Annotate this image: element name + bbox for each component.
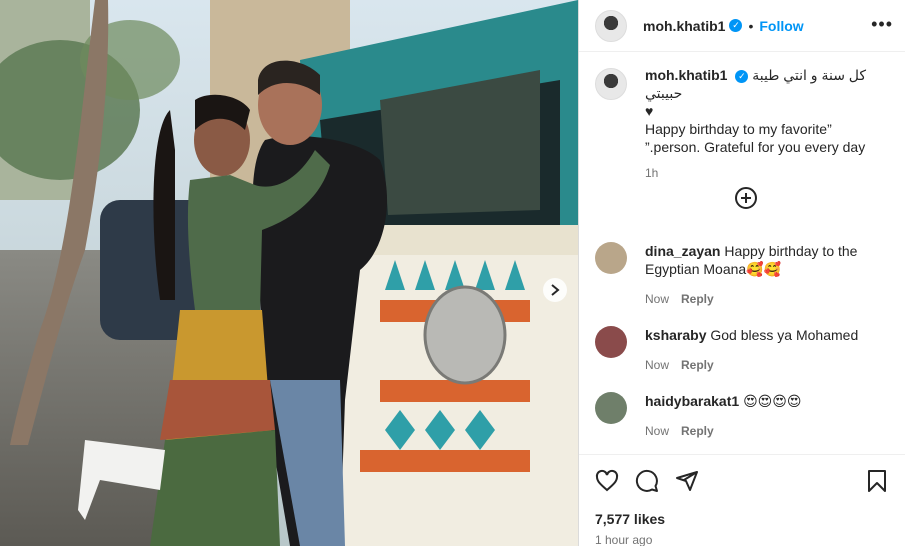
commenter-username[interactable]: haidybarakat1	[645, 393, 739, 409]
verified-badge-icon: ✓	[729, 19, 743, 32]
next-photo-button[interactable]	[543, 278, 567, 302]
post-timestamp: 1 hour ago	[595, 533, 653, 546]
comment-text: 😍😍😍😍	[743, 393, 802, 409]
likes-count[interactable]: 7,577 likes	[595, 511, 665, 527]
reply-button[interactable]: Reply	[681, 292, 714, 306]
comment-item: haidybarakat1 😍😍😍😍 Now Reply	[595, 392, 889, 440]
comment-text: God bless ya Mohamed	[710, 327, 859, 343]
comment-time: Now	[645, 358, 670, 372]
bookmark-icon[interactable]	[865, 469, 889, 493]
chevron-right-icon	[551, 284, 560, 296]
more-options-icon[interactable]: •••	[871, 14, 893, 35]
follow-button[interactable]: Follow	[759, 18, 803, 34]
comment-item: ksharaby God bless ya Mohamed Now Reply	[595, 326, 889, 374]
heart-icon[interactable]	[595, 469, 619, 493]
verified-badge-icon: ✓	[735, 69, 749, 83]
post-image	[0, 0, 578, 546]
share-icon[interactable]	[675, 469, 699, 493]
separator-dot: •	[748, 17, 754, 34]
caption-line-2: Happy birthday to my favorite”	[645, 121, 832, 137]
caption: moh.khatib1 ✓ كل سنة و انتي طيبة حبيبتي …	[595, 66, 889, 182]
caption-avatar[interactable]	[595, 68, 627, 100]
caption-username[interactable]: moh.khatib1	[645, 67, 727, 83]
post-photo[interactable]	[0, 0, 578, 546]
caption-line-3: ”.person. Grateful for you every day	[645, 139, 866, 155]
commenter-avatar[interactable]	[595, 392, 627, 424]
author-avatar[interactable]	[595, 9, 627, 42]
add-circle-icon[interactable]	[734, 186, 758, 210]
post-header: moh.khatib1 ✓ • Follow •••	[579, 0, 905, 52]
caption-timestamp: 1h	[645, 166, 659, 180]
reply-button[interactable]: Reply	[681, 424, 714, 438]
commenter-username[interactable]: dina_zayan	[645, 243, 720, 259]
author-username[interactable]: moh.khatib1	[643, 18, 725, 34]
post-sidebar: moh.khatib1 ✓ • Follow ••• moh.khatib1 ✓…	[578, 0, 905, 546]
post-actions: 7,577 likes 1 hour ago	[579, 454, 905, 546]
comment-item: dina_zayan Happy birthday to the Egyptia…	[595, 242, 889, 308]
caption-heart: ♥	[645, 103, 654, 119]
comment-time: Now	[645, 292, 670, 306]
comment-icon[interactable]	[635, 469, 659, 493]
commenter-avatar[interactable]	[595, 242, 627, 274]
comment-time: Now	[645, 424, 670, 438]
commenter-username[interactable]: ksharaby	[645, 327, 706, 343]
commenter-avatar[interactable]	[595, 326, 627, 358]
reply-button[interactable]: Reply	[681, 358, 714, 372]
